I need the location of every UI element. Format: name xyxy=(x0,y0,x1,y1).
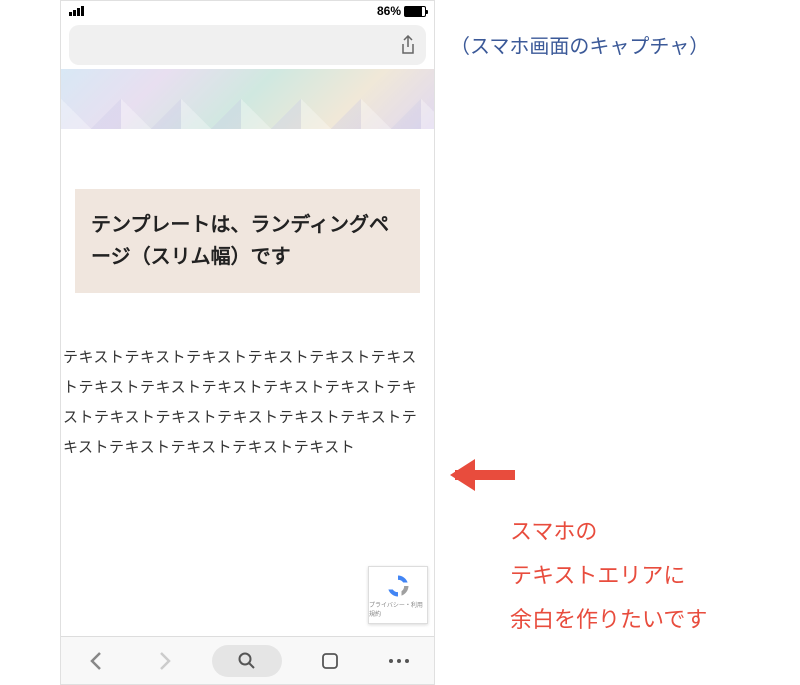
battery-percent: 86% xyxy=(377,4,401,18)
note-line-1: スマホの xyxy=(510,510,707,554)
search-button[interactable] xyxy=(212,645,282,677)
forward-button[interactable] xyxy=(143,643,187,679)
back-button[interactable] xyxy=(74,643,118,679)
signal-icon xyxy=(69,6,84,16)
share-icon[interactable] xyxy=(400,35,416,55)
recaptcha-label: プライバシー・利用規約 xyxy=(369,600,427,618)
tabs-button[interactable] xyxy=(308,643,352,679)
recaptcha-icon xyxy=(384,572,412,600)
browser-url-bar[interactable] xyxy=(69,25,426,65)
search-icon xyxy=(238,652,256,670)
banner-image xyxy=(61,69,434,129)
status-bar: 86% xyxy=(61,1,434,21)
recaptcha-badge[interactable]: プライバシー・利用規約 xyxy=(368,566,428,624)
annotation-note: スマホの テキストエリアに 余白を作りたいです xyxy=(510,510,707,642)
annotation-caption: （スマホ画面のキャプチャ） xyxy=(450,30,709,59)
note-line-2: テキストエリアに xyxy=(510,554,707,598)
note-line-3: 余白を作りたいです xyxy=(510,598,707,642)
page-title-box: テンプレートは、ランディングページ（スリム幅）です xyxy=(75,189,420,293)
tabs-icon xyxy=(321,652,339,670)
more-button[interactable] xyxy=(377,643,421,679)
body-text-area: テキストテキストテキストテキストテキストテキストテキストテキストテキストテキスト… xyxy=(61,343,434,463)
arrow-icon xyxy=(450,455,520,495)
page-content: テンプレートは、ランディングページ（スリム幅）です テキストテキストテキストテキ… xyxy=(61,189,434,463)
battery-icon xyxy=(404,6,426,17)
phone-screenshot: 86% テンプレートは、ランディングページ（スリム幅）です テキストテキストテキ… xyxy=(60,0,435,685)
more-icon xyxy=(388,658,410,664)
browser-bottom-nav xyxy=(61,636,434,684)
